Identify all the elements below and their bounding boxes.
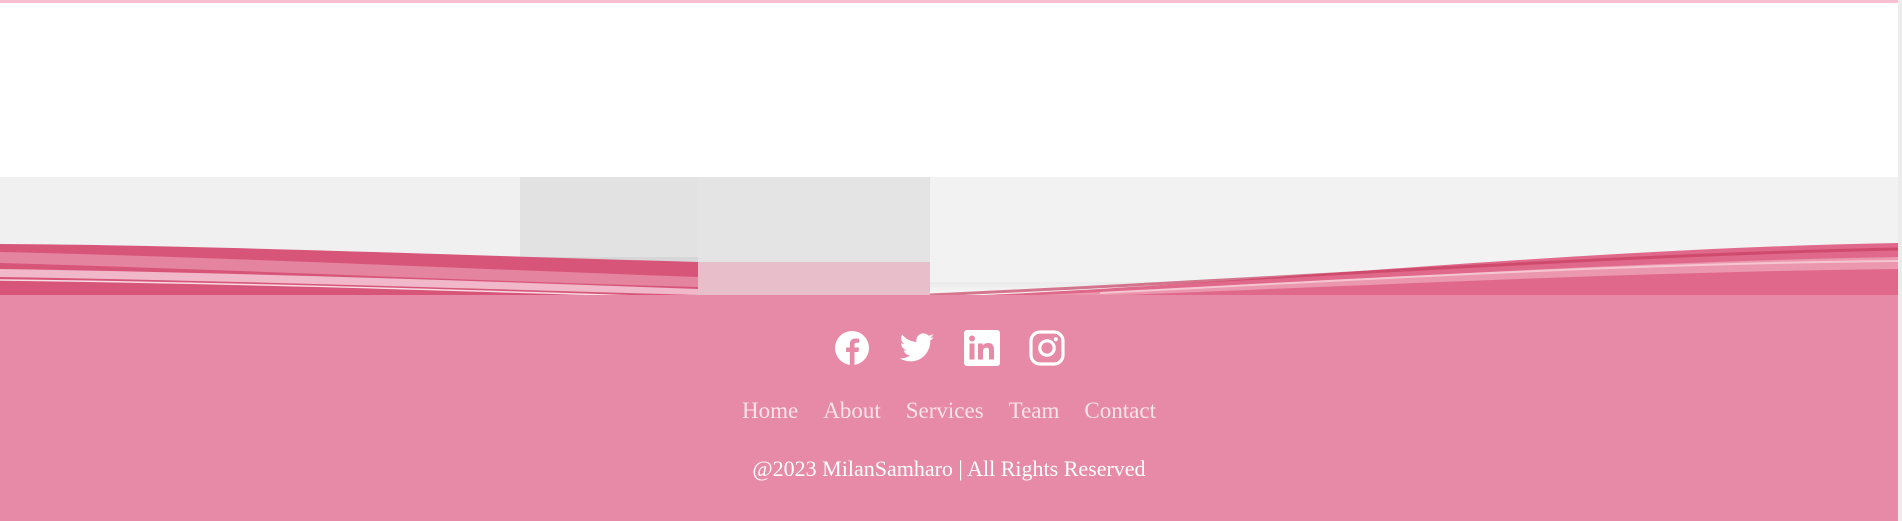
site-footer: Home About Services Team Contact @2023 M…	[0, 301, 1898, 521]
nav-link-team[interactable]: Team	[1009, 396, 1060, 426]
linkedin-link[interactable]	[963, 330, 1000, 366]
nav-link-services[interactable]: Services	[906, 396, 984, 426]
social-links	[0, 330, 1898, 370]
scrollbar-track[interactable]	[1898, 0, 1902, 521]
wave-graphic	[0, 177, 1898, 302]
nav-link-home[interactable]: Home	[742, 396, 798, 426]
twitter-icon	[899, 333, 934, 362]
content-area	[0, 3, 1898, 177]
copyright-text: @2023 MilanSamharo | All Rights Reserved	[752, 456, 1146, 481]
twitter-link[interactable]	[899, 330, 935, 366]
decorative-wave-band	[0, 177, 1898, 302]
nav-link-contact[interactable]: Contact	[1084, 396, 1156, 426]
facebook-link[interactable]	[834, 330, 870, 366]
nav-link-about[interactable]: About	[823, 396, 881, 426]
instagram-link[interactable]	[1028, 330, 1065, 366]
footer-nav: Home About Services Team Contact	[0, 396, 1898, 426]
facebook-icon	[834, 331, 869, 365]
instagram-icon	[1028, 330, 1065, 366]
linkedin-icon	[963, 330, 1000, 366]
